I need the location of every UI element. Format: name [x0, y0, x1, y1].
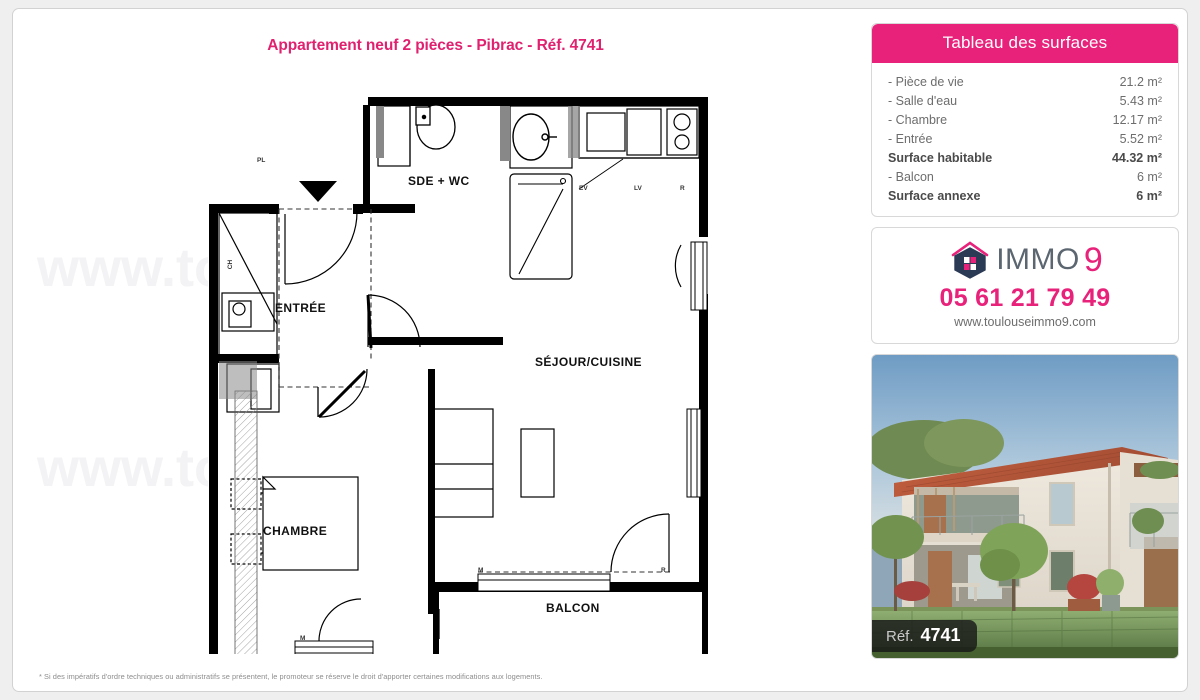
surface-name: - Chambre [888, 112, 948, 127]
marker-refrigerateur: R [680, 185, 685, 192]
room-label-sde-wc: SDE + WC [408, 174, 470, 188]
marker-menuiserie-left: M [478, 567, 484, 574]
surface-value: 21.2 m² [1119, 74, 1162, 89]
surface-name: - Balcon [888, 169, 934, 184]
agency-phone[interactable]: 05 61 21 79 49 [872, 284, 1178, 313]
floor-plan-drawing [208, 97, 708, 654]
property-photo: Réf. 4741 [871, 354, 1179, 659]
surface-row-total-habitable: Surface habitable 44.32 m² [888, 148, 1162, 167]
surface-name: - Entrée [888, 131, 933, 146]
marker-chaudiere: CH [227, 259, 235, 270]
right-sidebar: Tableau des surfaces - Pièce de vie 21.2… [871, 23, 1179, 669]
surface-value: 6 m² [1136, 188, 1162, 203]
page-title: Appartement neuf 2 pièces - Pibrac - Réf… [267, 37, 604, 54]
house-logo-icon [951, 241, 989, 279]
surface-name: - Salle d'eau [888, 93, 958, 108]
surface-value: 5.43 m² [1119, 93, 1162, 108]
building-render-image [872, 355, 1178, 658]
surface-row: - Balcon 6 m² [888, 167, 1162, 186]
marker-evier: EV [579, 185, 588, 192]
surface-row: - Pièce de vie 21.2 m² [888, 72, 1162, 91]
surface-name: Surface annexe [888, 188, 981, 203]
surface-name: Surface habitable [888, 150, 993, 165]
room-label-entree: ENTRÉE [275, 301, 327, 315]
marker-menuiserie-right: R [661, 567, 666, 574]
room-label-balcon: BALCON [546, 601, 600, 615]
marker-window-chambre: M [300, 635, 306, 642]
surface-value: 12.17 m² [1112, 112, 1162, 127]
surface-row: - Salle d'eau 5.43 m² [888, 91, 1162, 110]
marker-placard: PL [257, 157, 266, 164]
agency-panel: IMMO 9 05 61 21 79 49 www.toulouseimmo9.… [871, 227, 1179, 344]
marker-lave-vaisselle: LV [634, 185, 642, 192]
room-label-sejour-cuisine: SÉJOUR/CUISINE [535, 355, 642, 369]
reference-number: 4741 [920, 625, 961, 645]
reference-badge: Réf. 4741 [872, 620, 977, 652]
agency-website[interactable]: www.toulouseimmo9.com [872, 315, 1178, 329]
surface-value: 44.32 m² [1111, 150, 1162, 165]
surface-row: - Chambre 12.17 m² [888, 110, 1162, 129]
page-card: Appartement neuf 2 pièces - Pibrac - Réf… [12, 8, 1188, 692]
surfaces-header: Tableau des surfaces [872, 24, 1178, 63]
reference-label: Réf. [886, 628, 914, 645]
agency-logo: IMMO 9 [872, 240, 1178, 280]
logo-wordmark: IMMO [996, 243, 1080, 276]
surface-value: 6 m² [1137, 169, 1162, 184]
surface-row: - Entrée 5.52 m² [888, 129, 1162, 148]
footer-disclaimer: * Si des impératifs d'ordre techniques o… [39, 672, 543, 681]
surface-name: - Pièce de vie [888, 74, 964, 89]
surfaces-panel: Tableau des surfaces - Pièce de vie 21.2… [871, 23, 1179, 217]
floor-plan: www.toulouseimmo9.com www.toulouseimmo9.… [23, 69, 863, 654]
surface-row-total-annexe: Surface annexe 6 m² [888, 186, 1162, 205]
surfaces-list: - Pièce de vie 21.2 m² - Salle d'eau 5.4… [872, 63, 1178, 216]
logo-nine: 9 [1083, 240, 1103, 279]
surface-value: 5.52 m² [1119, 131, 1162, 146]
room-label-chambre: CHAMBRE [263, 524, 328, 538]
